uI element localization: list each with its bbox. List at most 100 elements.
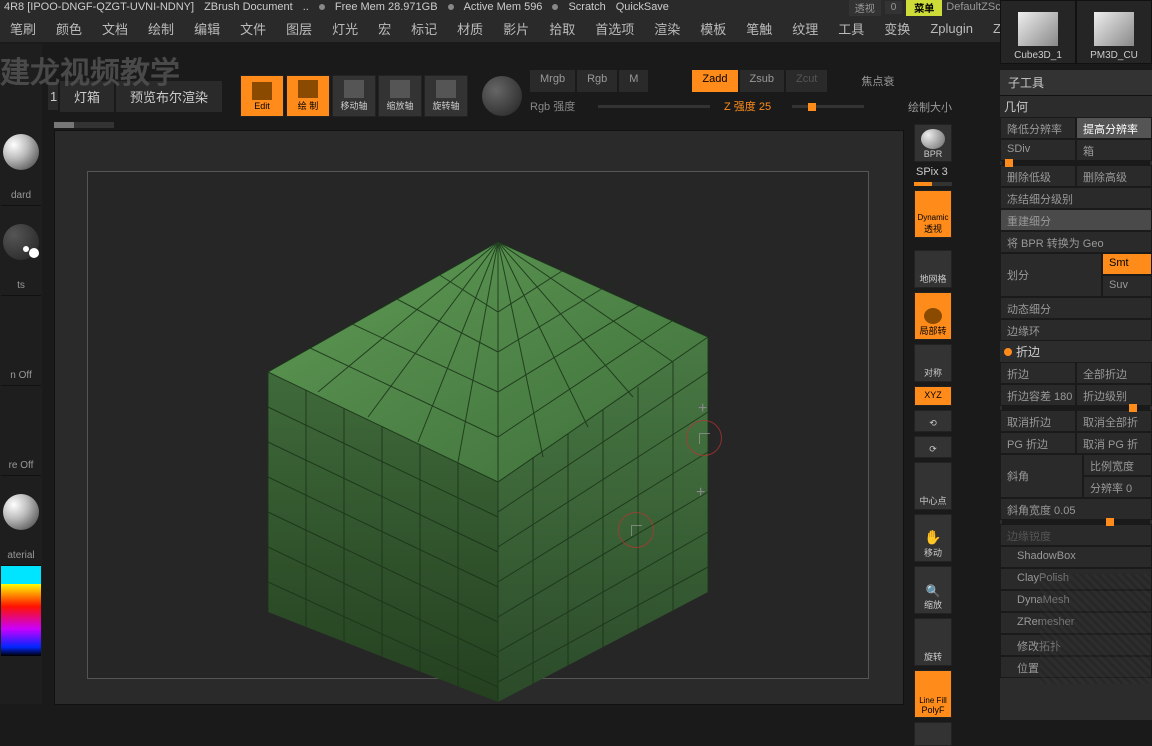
- bpr-to-geo-button[interactable]: 将 BPR 转换为 Geo: [1000, 231, 1152, 253]
- lower-res-button[interactable]: 降低分辨率: [1000, 117, 1076, 139]
- bevel-bar[interactable]: [1002, 520, 1150, 524]
- bevel-button[interactable]: 斜角: [1000, 454, 1083, 498]
- higher-res-button[interactable]: 提高分辨率: [1076, 117, 1152, 139]
- crease-tol-slider[interactable]: 折边容差 180: [1000, 384, 1076, 406]
- local-button[interactable]: 局部转: [914, 292, 952, 340]
- zsub-button[interactable]: Zsub: [740, 70, 784, 92]
- draw-size-label[interactable]: 绘制大小: [898, 96, 962, 118]
- crease-bar[interactable]: [1002, 406, 1150, 410]
- pg-uncrease-button[interactable]: 取消 PG 折: [1076, 432, 1152, 454]
- subtool-thumb[interactable]: Cube3D_1: [1000, 0, 1076, 64]
- menu-item[interactable]: 变换: [876, 15, 918, 42]
- menu-item[interactable]: 材质: [449, 15, 491, 42]
- z-int-label[interactable]: Z 强度 25: [724, 98, 784, 114]
- crease-section[interactable]: 折边: [1000, 341, 1152, 362]
- menu-item[interactable]: 工具: [830, 15, 872, 42]
- del-higher-button[interactable]: 删除高级: [1076, 165, 1152, 187]
- rotate-view-button[interactable]: 旋转: [914, 618, 952, 666]
- zcut-button[interactable]: Zcut: [786, 70, 827, 92]
- edgeloop-button[interactable]: 边缘环: [1000, 319, 1152, 341]
- color-picker[interactable]: [1, 566, 41, 656]
- menu-item[interactable]: 模板: [692, 15, 734, 42]
- texture-slot[interactable]: re Off: [1, 386, 41, 476]
- menu-item[interactable]: 笔刷: [2, 15, 44, 42]
- xyz-button[interactable]: XYZ: [914, 386, 952, 406]
- menu-item[interactable]: 图层: [278, 15, 320, 42]
- cage-button[interactable]: 箱: [1076, 139, 1152, 161]
- uncrease-all-button[interactable]: 取消全部折: [1076, 410, 1152, 432]
- extra-button[interactable]: [914, 722, 952, 746]
- sdiv-bar[interactable]: [1002, 161, 1150, 165]
- menu-item[interactable]: 标记: [403, 15, 445, 42]
- menu-item[interactable]: 渲染: [646, 15, 688, 42]
- menu-item[interactable]: 笔触: [738, 15, 780, 42]
- reconstruct-button[interactable]: 重建细分: [1000, 209, 1152, 231]
- material-ball[interactable]: [482, 76, 522, 116]
- sdiv-slider[interactable]: SDiv: [1000, 139, 1076, 161]
- bpr-button[interactable]: BPR: [914, 124, 952, 162]
- quicksave[interactable]: QuickSave: [616, 1, 669, 13]
- m-button[interactable]: M: [619, 70, 648, 92]
- menu-item[interactable]: 纹理: [784, 15, 826, 42]
- sym-button[interactable]: 对称: [914, 344, 952, 382]
- crease-level-slider[interactable]: 折边级别: [1076, 384, 1152, 406]
- rotate-button[interactable]: 旋转轴: [424, 75, 468, 117]
- bevel-width-slider[interactable]: 比例宽度: [1083, 454, 1152, 476]
- bevel-res-slider[interactable]: 分辨率 0: [1083, 476, 1152, 498]
- zadd-button[interactable]: Zadd: [692, 70, 737, 92]
- dynamic-subdiv-button[interactable]: 动态细分: [1000, 297, 1152, 319]
- uncrease-button[interactable]: 取消折边: [1000, 410, 1076, 432]
- spix-label[interactable]: SPix 3: [914, 166, 952, 178]
- menu-item[interactable]: 文件: [232, 15, 274, 42]
- persp-label[interactable]: 透视: [849, 0, 881, 16]
- rot-z-button[interactable]: ⟳: [914, 436, 952, 458]
- draw-button[interactable]: 绘 制: [286, 75, 330, 117]
- panel-header[interactable]: 子工具: [1000, 70, 1152, 96]
- menu-item[interactable]: 文档: [94, 15, 136, 42]
- spix-slider[interactable]: [914, 182, 952, 186]
- menu-item[interactable]: Zplugin: [922, 17, 981, 40]
- center-button[interactable]: 中心点: [914, 462, 952, 510]
- menu-item[interactable]: 绘制: [140, 15, 182, 42]
- menu-item[interactable]: 拾取: [541, 15, 583, 42]
- dynamic-button[interactable]: Dynamic透视: [914, 190, 952, 238]
- divide-button[interactable]: 划分: [1000, 253, 1102, 297]
- doc-scroll[interactable]: [54, 122, 114, 128]
- freeze-sdiv-button[interactable]: 冻结细分级别: [1000, 187, 1152, 209]
- mrgb-button[interactable]: Mrgb: [530, 70, 575, 92]
- bevel-w-slider[interactable]: 斜角宽度 0.05: [1000, 498, 1152, 520]
- focal-label[interactable]: 焦点衰: [851, 70, 904, 92]
- brush-slot[interactable]: dard: [1, 116, 41, 206]
- zoom-view-button[interactable]: 🔍缩放: [914, 566, 952, 614]
- edge-sharp-button[interactable]: 边缘锐度: [1000, 524, 1152, 546]
- menu-pill[interactable]: 菜单: [906, 0, 942, 16]
- subtool-thumb[interactable]: PM3D_CU: [1076, 0, 1152, 64]
- material-slot[interactable]: aterial: [1, 476, 41, 566]
- menu-item[interactable]: 灯光: [324, 15, 366, 42]
- suv-button[interactable]: Suv: [1102, 275, 1152, 297]
- menu-item[interactable]: 颜色: [48, 15, 90, 42]
- rgb-button[interactable]: Rgb: [577, 70, 617, 92]
- polyframe-button[interactable]: Line FillPolyF: [914, 670, 952, 718]
- rot-y-button[interactable]: ⟲: [914, 410, 952, 432]
- crease-all-button[interactable]: 全部折边: [1076, 362, 1152, 384]
- scale-button[interactable]: 缩放轴: [378, 75, 422, 117]
- move-button[interactable]: 移动轴: [332, 75, 376, 117]
- floor-button[interactable]: 地网格: [914, 250, 952, 288]
- shadowbox-button[interactable]: ShadowBox: [1000, 546, 1152, 568]
- scratch: Scratch: [568, 1, 605, 13]
- geom-section[interactable]: 几何: [1000, 96, 1152, 117]
- edit-button[interactable]: Edit: [240, 75, 284, 117]
- canvas[interactable]: + +: [54, 130, 904, 705]
- menu-item[interactable]: 编辑: [186, 15, 228, 42]
- pg-crease-button[interactable]: PG 折边: [1000, 432, 1076, 454]
- move-view-button[interactable]: ✋移动: [914, 514, 952, 562]
- menu-item[interactable]: 宏: [370, 15, 399, 42]
- menu-item[interactable]: 影片: [495, 15, 537, 42]
- smt-button[interactable]: Smt: [1102, 253, 1152, 275]
- alpha-slot[interactable]: n Off: [1, 296, 41, 386]
- del-lower-button[interactable]: 删除低级: [1000, 165, 1076, 187]
- crease-button[interactable]: 折边: [1000, 362, 1076, 384]
- menu-item[interactable]: 首选项: [587, 15, 642, 42]
- stroke-slot[interactable]: ts: [1, 206, 41, 296]
